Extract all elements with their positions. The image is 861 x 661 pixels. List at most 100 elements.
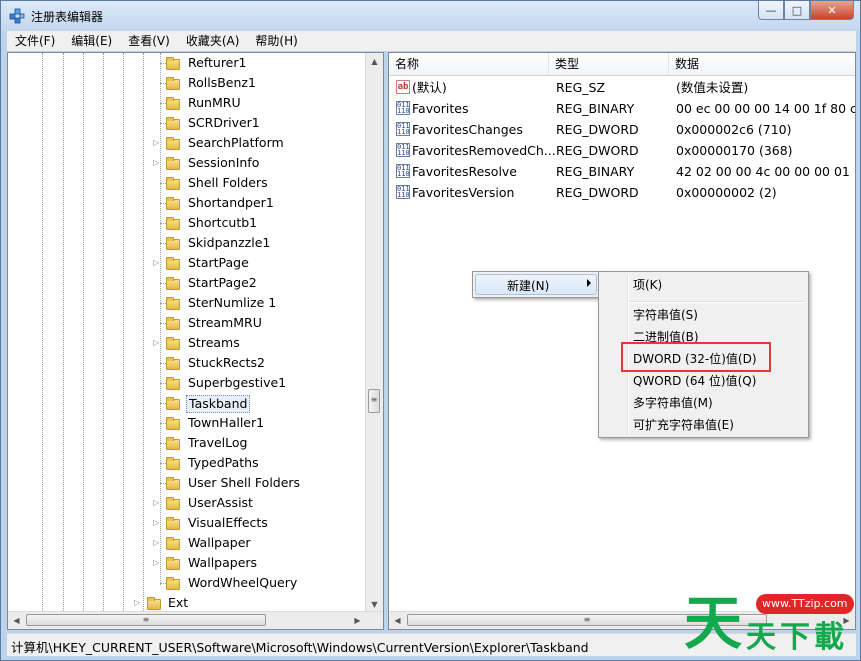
column-header-name[interactable]: 名称	[389, 53, 549, 75]
tree-item-label[interactable]: SterNumlize 1	[186, 295, 278, 311]
tree-item-label[interactable]: RollsBenz1	[186, 75, 258, 91]
tree-item-label[interactable]: StartPage	[186, 255, 251, 271]
expand-arrow-icon[interactable]: ▷	[153, 258, 159, 267]
value-row[interactable]: 011 110 FavoritesChanges REG_DWORD 0x000002…	[389, 119, 855, 140]
maximize-button[interactable]: □	[784, 1, 810, 20]
tree-item[interactable]: Refturer1	[8, 53, 368, 73]
tree-item[interactable]: RollsBenz1	[8, 73, 368, 93]
tree-item-label[interactable]: Ext	[166, 595, 190, 611]
tree-item-label[interactable]: Superbgestive1	[186, 375, 288, 391]
tree-item[interactable]: Shortcutb1	[8, 213, 368, 233]
tree-item-label[interactable]: Shell Folders	[186, 175, 270, 191]
value-row[interactable]: 011 110 FavoritesVersion REG_DWORD 0x000000…	[389, 182, 855, 203]
tree-hscroll-thumb[interactable]: ≡	[26, 614, 266, 626]
menu-help[interactable]: 帮助(H)	[247, 31, 305, 51]
tree-item-label[interactable]: StartPage2	[186, 275, 259, 291]
tree-item[interactable]: Shell Folders	[8, 173, 368, 193]
tree-item[interactable]: ▷ StartPage	[8, 253, 368, 273]
tree-item[interactable]: Superbgestive1	[8, 373, 368, 393]
tree-item-label[interactable]: Streams	[186, 335, 242, 351]
tree-item[interactable]: WordWheelQuery	[8, 573, 368, 593]
tree-item-label[interactable]: RunMRU	[186, 95, 243, 111]
tree-item-label[interactable]: Shortcutb1	[186, 215, 259, 231]
value-row[interactable]: 011 110 Favorites REG_BINARY 00 ec 00 00 00…	[389, 98, 855, 119]
expand-arrow-icon[interactable]: ▷	[153, 138, 159, 147]
tree-scroll-thumb[interactable]: ≡	[368, 389, 380, 413]
tree-item[interactable]: SterNumlize 1	[8, 293, 368, 313]
tree-item-label[interactable]: TownHaller1	[186, 415, 266, 431]
value-row[interactable]: 011 110 FavoritesRemovedCh... REG_DWORD 0x0…	[389, 140, 855, 161]
scroll-up-arrow-icon[interactable]: ▲	[366, 53, 383, 70]
title-bar[interactable]: 注册表编辑器 — □ ✕	[1, 1, 860, 31]
scroll-right-arrow-icon[interactable]: ▶	[349, 612, 366, 629]
tree-item-label-selected[interactable]: Taskband	[186, 395, 251, 413]
tree-item-label[interactable]: VisualEffects	[186, 515, 270, 531]
submenu-item-multi-string-value[interactable]: 多字符串值(M)	[633, 393, 713, 413]
tree-item-label[interactable]: SessionInfo	[186, 155, 261, 171]
submenu-item-qword-value[interactable]: QWORD (64 位)值(Q)	[633, 371, 756, 391]
tree-item-label[interactable]: WordWheelQuery	[186, 575, 299, 591]
tree-item-label[interactable]: SCRDriver1	[186, 115, 262, 131]
close-button[interactable]: ✕	[810, 1, 854, 20]
tree-vertical-scrollbar[interactable]: ▲ ≡ ▼	[365, 53, 383, 613]
minimize-button[interactable]: —	[758, 1, 784, 20]
tree-item[interactable]: Shortandper1	[8, 193, 368, 213]
tree-item[interactable]: StartPage2	[8, 273, 368, 293]
tree-item[interactable]: ▷ Streams	[8, 333, 368, 353]
tree-item-label[interactable]: Wallpapers	[186, 555, 259, 571]
expand-arrow-icon[interactable]: ▷	[153, 498, 159, 507]
expand-arrow-icon[interactable]: ▷	[153, 518, 159, 527]
tree-item[interactable]: StreamMRU	[8, 313, 368, 333]
column-header-type[interactable]: 类型	[549, 53, 669, 75]
tree-item[interactable]: ▷ Wallpaper	[8, 533, 368, 553]
expand-arrow-icon[interactable]: ▷	[153, 538, 159, 547]
tree-item-label[interactable]: User Shell Folders	[186, 475, 302, 491]
new-menu-item[interactable]: 新建(N)	[507, 277, 549, 294]
tree-item-label[interactable]: SearchPlatform	[186, 135, 286, 151]
tree-item-label[interactable]: Refturer1	[186, 55, 248, 71]
folder-icon	[166, 137, 180, 150]
menu-view[interactable]: 查看(V)	[120, 31, 178, 51]
column-header-data[interactable]: 数据	[669, 53, 855, 75]
menu-edit[interactable]: 编辑(E)	[63, 31, 120, 51]
scroll-left-arrow-icon[interactable]: ◀	[8, 612, 25, 629]
tree-item[interactable]: RunMRU	[8, 93, 368, 113]
tree-horizontal-scrollbar[interactable]: ◀ ≡ ▶	[8, 611, 383, 629]
tree-item[interactable]: ▷ SessionInfo	[8, 153, 368, 173]
tree-item-label[interactable]: Shortandper1	[186, 195, 276, 211]
expand-arrow-icon[interactable]: ▷	[153, 558, 159, 567]
tree-item[interactable]: TypedPaths	[8, 453, 368, 473]
tree-item-label[interactable]: UserAssist	[186, 495, 255, 511]
tree-item[interactable]: StuckRects2	[8, 353, 368, 373]
tree-item-label[interactable]: Skidpanzzle1	[186, 235, 272, 251]
tree-item-label[interactable]: TypedPaths	[186, 455, 261, 471]
tree-item[interactable]: User Shell Folders	[8, 473, 368, 493]
tree-item[interactable]: ▷ UserAssist	[8, 493, 368, 513]
tree-item[interactable]: Taskband	[8, 393, 368, 413]
submenu-item-key[interactable]: 项(K)	[633, 275, 662, 295]
scroll-left-arrow-icon[interactable]: ◀	[389, 612, 406, 629]
expand-arrow-icon[interactable]: ▷	[153, 338, 159, 347]
tree-item-label[interactable]: StuckRects2	[186, 355, 267, 371]
tree-item[interactable]: TownHaller1	[8, 413, 368, 433]
tree-item[interactable]: ▷ VisualEffects	[8, 513, 368, 533]
tree-item[interactable]: TravelLog	[8, 433, 368, 453]
submenu-item-expandable-string-value[interactable]: 可扩充字符串值(E)	[633, 415, 734, 435]
tree-item-label[interactable]: TravelLog	[186, 435, 250, 451]
menu-bar: 文件(F) 编辑(E) 查看(V) 收藏夹(A) 帮助(H)	[7, 31, 856, 51]
menu-file[interactable]: 文件(F)	[7, 31, 63, 51]
tree-item[interactable]: Skidpanzzle1	[8, 233, 368, 253]
tree-item[interactable]: ▷ Wallpapers	[8, 553, 368, 573]
key-tree-pane[interactable]: Refturer1 RollsBenz1 RunMRU SCRDriver1 ▷ Sear…	[7, 52, 384, 630]
tree-item-parent[interactable]: ▷ Ext	[8, 593, 368, 613]
menu-favorites[interactable]: 收藏夹(A)	[178, 31, 248, 51]
tree-item[interactable]: ▷ SearchPlatform	[8, 133, 368, 153]
tree-item-label[interactable]: Wallpaper	[186, 535, 253, 551]
tree-item-label[interactable]: StreamMRU	[186, 315, 264, 331]
expand-arrow-icon[interactable]: ▷	[134, 598, 140, 607]
value-row[interactable]: ab (默认) REG_SZ (数值未设置)	[389, 77, 855, 98]
value-row[interactable]: 011 110 FavoritesResolve REG_BINARY 42 02 0…	[389, 161, 855, 182]
expand-arrow-icon[interactable]: ▷	[153, 158, 159, 167]
submenu-item-string-value[interactable]: 字符串值(S)	[633, 305, 698, 325]
tree-item[interactable]: SCRDriver1	[8, 113, 368, 133]
